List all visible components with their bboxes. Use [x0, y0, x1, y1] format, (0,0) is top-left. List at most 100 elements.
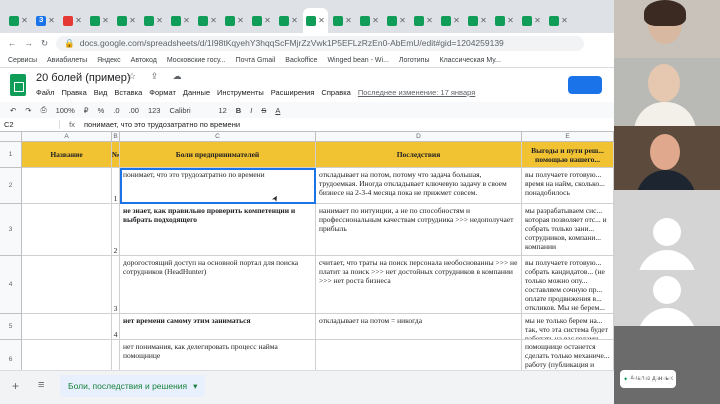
row-header[interactable]: 2 — [0, 168, 22, 204]
close-icon[interactable]: ✕ — [291, 16, 298, 25]
close-icon[interactable]: ✕ — [156, 16, 163, 25]
bookmark-item[interactable]: Логотипы — [399, 57, 430, 64]
font-size-select[interactable]: 12 — [218, 106, 226, 115]
table-cell-benefit[interactable]: помощнице останется сделать только механ… — [522, 340, 614, 370]
browser-tab[interactable]: ✕ — [465, 8, 490, 33]
browser-tab[interactable]: ✕ — [546, 8, 571, 33]
formula-input[interactable]: понимает, что это трудозатратно по време… — [84, 120, 240, 129]
close-icon[interactable]: ✕ — [534, 16, 541, 25]
header-cell-benefits[interactable]: Выгоды и пути реш... помощью нашего... — [522, 142, 614, 168]
menu-item[interactable]: Правка — [61, 88, 86, 97]
browser-tab[interactable]: ✕ — [222, 8, 247, 33]
menu-item[interactable]: Справка — [321, 88, 350, 97]
column-header[interactable]: D — [316, 132, 522, 142]
browser-tab[interactable]: ✕ — [249, 8, 274, 33]
url-field[interactable]: 🔒 docs.google.com/spreadsheets/d/1I98tKq… — [56, 35, 584, 51]
star-icon[interactable]: ☆ ⇪ ☁ — [128, 71, 188, 82]
header-cell-num[interactable]: № — [112, 142, 120, 168]
close-icon[interactable]: ✕ — [102, 16, 109, 25]
table-cell-benefit[interactable]: мы не только берем на... так, что эта си… — [522, 314, 614, 340]
header-cell-name[interactable]: Название — [22, 142, 112, 168]
strike-button[interactable]: S — [261, 106, 266, 115]
table-cell-name[interactable] — [22, 256, 112, 314]
chevron-down-icon[interactable]: ▾ — [193, 381, 197, 392]
browser-tab[interactable]: ✕ — [303, 8, 328, 33]
font-select[interactable]: Calibri — [169, 106, 209, 115]
browser-tab[interactable]: ✕ — [195, 8, 220, 33]
bookmark-item[interactable]: Яндекс — [97, 57, 121, 64]
sheet-list-icon[interactable]: ≡ — [38, 379, 44, 391]
column-header[interactable]: A — [22, 132, 112, 142]
browser-tab[interactable]: ✕ — [276, 8, 301, 33]
italic-button[interactable]: I — [250, 106, 252, 115]
browser-tab[interactable]: З ✕ — [33, 8, 58, 33]
bookmark-item[interactable]: Московские госу... — [167, 57, 226, 64]
row-header[interactable]: 1 — [0, 142, 22, 168]
browser-tab[interactable]: ✕ — [438, 8, 463, 33]
sheets-logo-icon[interactable] — [10, 74, 26, 96]
bookmark-item[interactable]: Почта Gmail — [236, 57, 276, 64]
close-icon[interactable]: ✕ — [21, 16, 28, 25]
table-cell-name[interactable] — [22, 204, 112, 256]
browser-tab[interactable]: ✕ — [114, 8, 139, 33]
row-header[interactable]: 6 — [0, 340, 22, 370]
spreadsheet-grid[interactable]: A B C D E 1 Название № Боли предпринимателей Посл… — [0, 132, 614, 370]
close-icon[interactable]: ✕ — [345, 16, 352, 25]
table-cell-consequence[interactable]: откладывает на потом, потому что задача … — [316, 168, 522, 204]
currency-button[interactable]: ₽ — [84, 106, 89, 115]
table-cell-num[interactable]: 3 — [112, 256, 120, 314]
browser-tab[interactable]: ✕ — [330, 8, 355, 33]
row-header[interactable]: 3 — [0, 204, 22, 256]
last-edit-link[interactable]: Последнее изменение: 17 января — [358, 88, 475, 97]
add-sheet-icon[interactable]: + — [12, 379, 19, 393]
increase-decimal-button[interactable]: .00 — [129, 106, 139, 115]
column-header[interactable]: C — [120, 132, 316, 142]
row-header[interactable]: 5 — [0, 314, 22, 340]
menu-item[interactable]: Файл — [36, 88, 54, 97]
menu-item[interactable]: Вид — [94, 88, 108, 97]
table-cell-pain[interactable]: нет времени самому этим заниматься — [120, 314, 316, 340]
bookmark-item[interactable]: Сервисы — [8, 57, 37, 64]
grid-corner[interactable] — [0, 132, 22, 142]
browser-tab[interactable]: ✕ — [87, 8, 112, 33]
header-cell-pains[interactable]: Боли предпринимателей — [120, 142, 316, 168]
table-cell-consequence[interactable]: нанимает по интуиции, а не по способност… — [316, 204, 522, 256]
table-cell-num[interactable]: 2 — [112, 204, 120, 256]
menu-item[interactable]: Инструменты — [217, 88, 264, 97]
table-cell-num[interactable] — [112, 340, 120, 370]
forward-icon[interactable]: → — [25, 38, 34, 48]
row-header[interactable]: 4 — [0, 256, 22, 314]
table-cell-name[interactable] — [22, 168, 112, 204]
column-header[interactable]: B — [112, 132, 120, 142]
table-cell-pain[interactable]: не знает, как правильно проверить компет… — [120, 204, 316, 256]
bookmark-item[interactable]: Автокод — [131, 57, 157, 64]
close-icon[interactable]: ✕ — [399, 16, 406, 25]
bookmark-item[interactable]: Winged bean - Wi... — [327, 57, 388, 64]
reload-icon[interactable]: ↻ — [41, 38, 48, 49]
share-button[interactable] — [568, 76, 602, 94]
table-cell-benefit[interactable]: вы получаете готовую... время на найм, с… — [522, 168, 614, 204]
table-cell-name[interactable] — [22, 314, 112, 340]
decrease-decimal-button[interactable]: .0 — [113, 106, 119, 115]
close-icon[interactable]: ✕ — [507, 16, 514, 25]
bookmark-item[interactable]: Классическая Му... — [440, 57, 501, 64]
print-icon[interactable]: ⎙ — [41, 105, 47, 115]
close-icon[interactable]: ✕ — [75, 16, 82, 25]
redo-icon[interactable]: ↷ — [25, 106, 31, 115]
header-cell-consequences[interactable]: Последствия — [316, 142, 522, 168]
menu-item[interactable]: Вставка — [114, 88, 142, 97]
table-cell-pain[interactable]: дорогостоящий доступ на основной портал … — [120, 256, 316, 314]
table-cell-num[interactable]: 4 — [112, 314, 120, 340]
close-icon[interactable]: ✕ — [480, 16, 487, 25]
table-cell-consequence[interactable]: считает, что траты на поиск персонала не… — [316, 256, 522, 314]
browser-tab[interactable]: ✕ — [141, 8, 166, 33]
close-icon[interactable]: ✕ — [264, 16, 271, 25]
menu-item[interactable]: Расширения — [271, 88, 315, 97]
undo-icon[interactable]: ↶ — [10, 106, 16, 115]
sheet-tab[interactable]: Боли, последствия и решения ▾ — [60, 375, 206, 397]
close-icon[interactable]: ✕ — [210, 16, 217, 25]
close-icon[interactable]: ✕ — [561, 16, 568, 25]
table-cell-benefit[interactable]: вы получаете готовую... собрать кандидат… — [522, 256, 614, 314]
close-icon[interactable]: ✕ — [237, 16, 244, 25]
bookmark-item[interactable]: Backoffice — [285, 57, 317, 64]
